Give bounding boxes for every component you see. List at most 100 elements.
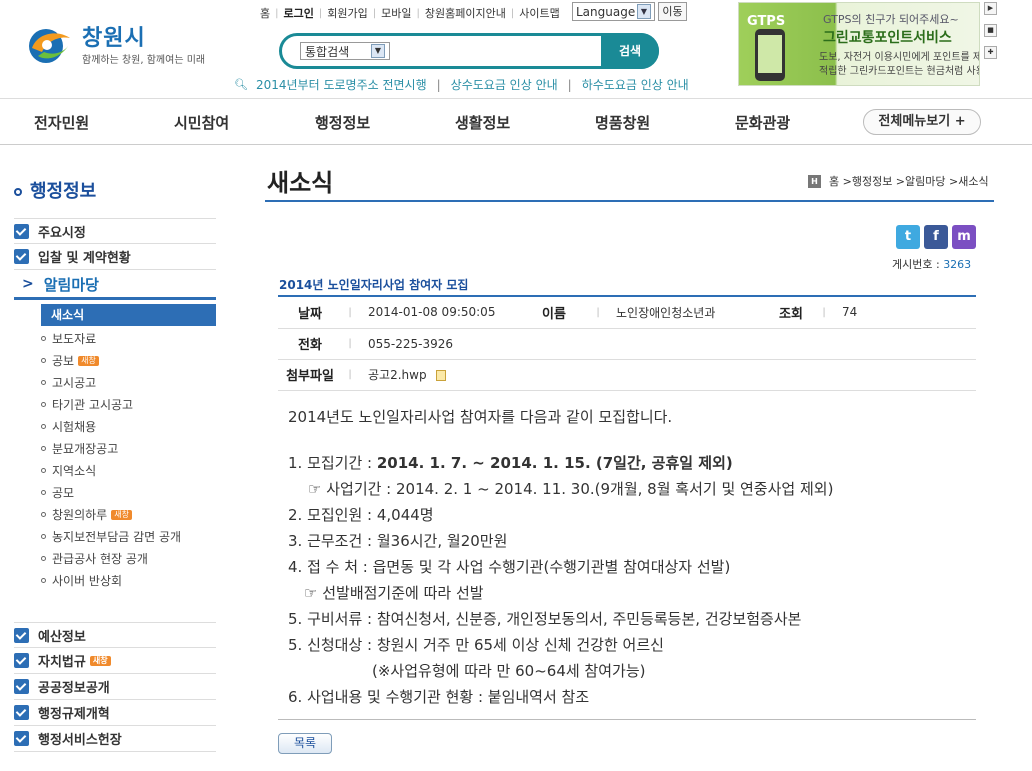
lnb-item[interactable]: 자치법규 새창 bbox=[14, 648, 216, 674]
lnb-item[interactable]: 행정규제개혁 bbox=[14, 700, 216, 726]
bullet-icon bbox=[41, 468, 46, 473]
gnb-item-life[interactable]: 생활정보 bbox=[455, 112, 510, 133]
lnb-subitem-label: 공모 bbox=[52, 486, 75, 500]
article-title: 2014년 노인일자리사업 참여자 모집 bbox=[279, 278, 469, 292]
notice-link-sewage[interactable]: 하수도요금 인상 안내 bbox=[582, 76, 689, 93]
lnb-subitem[interactable]: 창원의하루 새창 bbox=[41, 506, 132, 523]
divider: | bbox=[342, 359, 358, 391]
lnb-subitem[interactable]: 공모 bbox=[41, 484, 74, 501]
sitemap-link[interactable]: 사이트맵 bbox=[519, 5, 559, 21]
chevron-down-icon: ▼ bbox=[371, 44, 385, 58]
body-line: 5. 구비서류 : 참여신청서, 신분증, 개인정보동의서, 주민등록등본, 건… bbox=[288, 610, 802, 628]
lnb-subitem[interactable]: 사이버 반상회 bbox=[41, 572, 122, 589]
lnb-item[interactable]: 공공정보공개 bbox=[14, 674, 216, 700]
body-line: 5. 신청대상 : 창원시 거주 만 65세 이상 신체 건강한 어르신 bbox=[288, 636, 664, 654]
lnb-subitem-selected[interactable]: 새소식 bbox=[41, 304, 216, 326]
home-icon[interactable]: H bbox=[808, 174, 821, 188]
lnb-subitem-label: 고시공고 bbox=[52, 376, 97, 390]
lnb-item-label: 행정서비스헌장 bbox=[38, 733, 122, 748]
name-label: 이름 bbox=[518, 297, 590, 329]
new-window-badge: 새창 bbox=[111, 509, 132, 520]
lnb-item[interactable]: 입찰 및 계약현황 bbox=[14, 244, 216, 270]
lnb-subitem[interactable]: 보도자료 bbox=[41, 330, 96, 347]
login-link[interactable]: 로그인 bbox=[284, 5, 314, 21]
lnb-item[interactable]: 주요시정 bbox=[14, 218, 216, 244]
post-number-value: 3263 bbox=[943, 258, 972, 271]
gnb-item-culture[interactable]: 문화관광 bbox=[735, 112, 790, 133]
page-title: 새소식 bbox=[267, 169, 334, 197]
article-body: 2014년도 노인일자리사업 참여자를 다음과 같이 모집합니다. 1. 모집기… bbox=[288, 404, 833, 710]
all-menu-button[interactable]: 전체메뉴보기 + bbox=[863, 109, 981, 135]
body-line: (※사업유형에 따라 만 60~64세 참여가능) bbox=[372, 662, 646, 680]
language-select[interactable]: Language ▼ bbox=[572, 2, 655, 21]
lnb-subitem[interactable]: 공보 새창 bbox=[41, 352, 99, 369]
post-number: 게시번호 : 3263 bbox=[892, 256, 971, 272]
bullet-icon bbox=[41, 556, 46, 561]
banner-desc-line2: 적립한 그린카드포인트는 현금처럼 사용~ bbox=[819, 66, 980, 77]
name-value: 노인장애인청소년과 bbox=[606, 297, 766, 329]
file-icon bbox=[436, 370, 447, 381]
notice-link-water[interactable]: 상수도요금 인상 안내 bbox=[451, 76, 558, 93]
bullet-icon bbox=[41, 336, 46, 341]
lnb-subitem[interactable]: 고시공고 bbox=[41, 374, 96, 391]
list-button[interactable]: 목록 bbox=[278, 733, 332, 754]
lnb-subitem-label: 농지보전부담금 감면 공개 bbox=[52, 530, 182, 544]
mobile-link[interactable]: 모바일 bbox=[381, 5, 411, 21]
play-icon[interactable]: ▶ bbox=[984, 2, 997, 15]
body-text: 1. 모집기간 : bbox=[288, 454, 377, 472]
home-link[interactable]: 홈 bbox=[260, 5, 270, 21]
language-go-button[interactable]: 이동 bbox=[658, 2, 687, 21]
body-line: ☞ 사업기간 : 2014. 2. 1 ~ 2014. 11. 30.(9개월,… bbox=[308, 480, 834, 498]
lnb-item-active[interactable]: > 알림마당 bbox=[14, 271, 216, 300]
bullet-icon bbox=[41, 512, 46, 517]
phone-value: 055-225-3926 bbox=[358, 328, 976, 360]
search-button[interactable]: 검색 bbox=[601, 33, 659, 69]
stop-icon[interactable]: ■ bbox=[984, 24, 997, 37]
attachment-link[interactable]: 공고2.hwp bbox=[368, 368, 427, 382]
me2day-icon[interactable]: m bbox=[952, 225, 976, 249]
gtps-banner[interactable]: GTPS GTPS의 친구가 되어주세요~ 그린교통포인트서비스 도보, 자전거… bbox=[738, 2, 980, 86]
body-line: 3. 근무조건 : 월36시간, 월20만원 bbox=[288, 532, 508, 550]
lnb-subitem[interactable]: 시험채용 bbox=[41, 418, 96, 435]
bullet-icon bbox=[41, 358, 46, 363]
brand-name: 창원시 bbox=[82, 26, 146, 51]
search-scope-select[interactable]: 통합검색 ▼ bbox=[300, 42, 390, 60]
changwon-logo-icon bbox=[29, 29, 70, 63]
lnb-subitem[interactable]: 지역소식 bbox=[41, 462, 96, 479]
body-line: 2. 모집인원 : 4,044명 bbox=[288, 506, 434, 524]
lnb-item-label: 행정규제개혁 bbox=[38, 707, 110, 722]
top-utility-nav: 홈 | 로그인 | 회원가입 | 모바일 | 창원홈페이지안내 | 사이트맵 bbox=[260, 5, 560, 21]
lnb-item[interactable]: 예산정보 bbox=[14, 622, 216, 648]
divider: | bbox=[342, 328, 358, 360]
body-line: 4. 접 수 처 : 읍면동 및 각 사업 수행기관(수행기관별 참여대상자 선… bbox=[288, 558, 731, 576]
gnb-item-premium[interactable]: 명품창원 bbox=[595, 112, 650, 133]
gnb-item-admin[interactable]: 행정정보 bbox=[315, 112, 370, 133]
notice-links: 🔍︎ 2014년부터 도로명주소 전면시행 | 상수도요금 인상 안내 | 하수도요… bbox=[234, 76, 689, 93]
facebook-icon[interactable]: f bbox=[924, 225, 948, 249]
gnb-item-participation[interactable]: 시민참여 bbox=[174, 112, 229, 133]
lnb-subitem[interactable]: 분묘개장공고 bbox=[41, 440, 118, 457]
lnb-subitem[interactable]: 타기관 고시공고 bbox=[41, 396, 133, 413]
site-guide-link[interactable]: 창원홈페이지안내 bbox=[425, 5, 506, 21]
bullet-icon bbox=[41, 402, 46, 407]
notice-link-address[interactable]: 2014년부터 도로명주소 전면시행 bbox=[256, 76, 427, 93]
gnb-item-civil[interactable]: 전자민원 bbox=[34, 112, 89, 133]
twitter-icon[interactable]: t bbox=[896, 225, 920, 249]
plus-icon[interactable]: ✚ bbox=[984, 46, 997, 59]
lnb-item[interactable]: 행정서비스헌장 bbox=[14, 726, 216, 752]
signup-link[interactable]: 회원가입 bbox=[327, 5, 367, 21]
body-emphasis: 2014. 1. 7. ~ 2014. 1. 15. (7일간, 공휴일 제외) bbox=[376, 454, 733, 472]
share-buttons: t f m bbox=[896, 225, 976, 249]
checkbox-icon bbox=[14, 731, 29, 746]
file-label: 첨부파일 bbox=[278, 359, 342, 391]
body-line: 6. 사업내용 및 수행기관 현황 : 붙임내역서 참조 bbox=[288, 688, 590, 706]
lnb-subitem[interactable]: 관급공사 현장 공개 bbox=[41, 550, 148, 567]
language-select-value: Language bbox=[576, 4, 636, 19]
banner-desc: 도보, 자전거 이용시민에게 포인트를 제공~ 적립한 그린카드포인트는 현금처… bbox=[819, 51, 980, 79]
checkbox-icon bbox=[14, 705, 29, 720]
new-window-badge: 새창 bbox=[89, 655, 111, 666]
lnb-subitem[interactable]: 농지보전부담금 감면 공개 bbox=[41, 528, 181, 545]
bullet-icon bbox=[41, 578, 46, 583]
site-logo[interactable]: 창원시 함께하는 창원, 함께여는 미래 bbox=[24, 20, 214, 70]
new-window-badge: 새창 bbox=[78, 355, 99, 366]
